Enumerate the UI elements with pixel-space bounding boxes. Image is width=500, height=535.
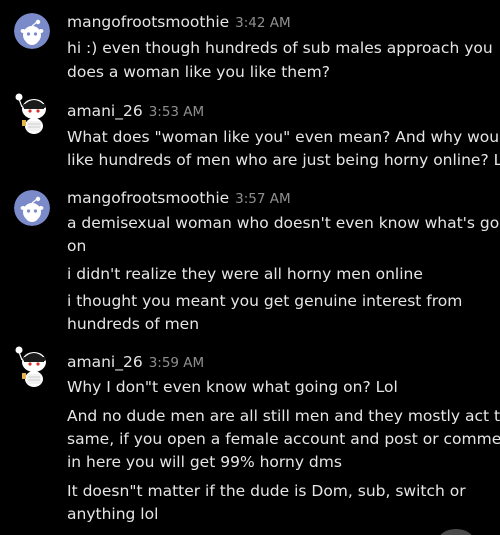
- message-line: same, if you open a female account and p…: [67, 430, 500, 448]
- snoo-avatar-icon: [15, 93, 46, 134]
- message-line: What does "woman like you" even mean? An…: [67, 128, 500, 146]
- message-header: mangofrootsmoothie 3:57 AM: [67, 187, 291, 209]
- username[interactable]: amani_26: [67, 353, 143, 371]
- message-line: does a woman like you like them?: [67, 63, 330, 81]
- user-avatar[interactable]: [14, 190, 50, 226]
- username[interactable]: mangofrootsmoothie: [67, 13, 229, 31]
- message-header: mangofrootsmoothie 3:42 AM: [67, 11, 291, 33]
- message-line: anything lol: [67, 505, 159, 523]
- username[interactable]: mangofrootsmoothie: [67, 189, 229, 207]
- scroll-to-bottom-button[interactable]: [438, 529, 474, 535]
- message-line: i didn't realize they were all horny men…: [67, 265, 423, 283]
- message-line: on: [67, 237, 87, 255]
- message-line: It doesn"t matter if the dude is Dom, su…: [67, 482, 466, 500]
- timestamp: 3:42 AM: [235, 15, 291, 31]
- message-line: Why I don"t even know what going on? Lol: [67, 378, 398, 396]
- snoo-avatar-icon: [15, 346, 46, 387]
- user-avatar[interactable]: [14, 93, 50, 134]
- message-header: amani_26 3:59 AM: [67, 351, 204, 373]
- snoo-avatar-icon: [14, 190, 50, 226]
- timestamp: 3:57 AM: [235, 191, 291, 207]
- message-line: hi :) even though hundreds of sub males …: [67, 39, 493, 57]
- message-line: hundreds of men: [67, 315, 200, 333]
- user-avatar[interactable]: [14, 13, 50, 49]
- username[interactable]: amani_26: [67, 102, 143, 120]
- timestamp: 3:53 AM: [148, 104, 205, 120]
- message-line: like hundreds of men who are just being …: [67, 151, 500, 169]
- message-line: in here you will get 99% horny dms: [67, 453, 342, 471]
- message-line: i thought you meant you get genuine inte…: [67, 292, 463, 310]
- user-avatar[interactable]: [14, 346, 50, 387]
- message-line: a demisexual woman who doesn't even know…: [67, 214, 500, 232]
- message-line: And no dude men are all still men and th…: [67, 407, 500, 425]
- timestamp: 3:59 AM: [148, 355, 205, 371]
- snoo-avatar-icon: [14, 13, 50, 49]
- message-header: amani_26 3:53 AM: [67, 100, 204, 122]
